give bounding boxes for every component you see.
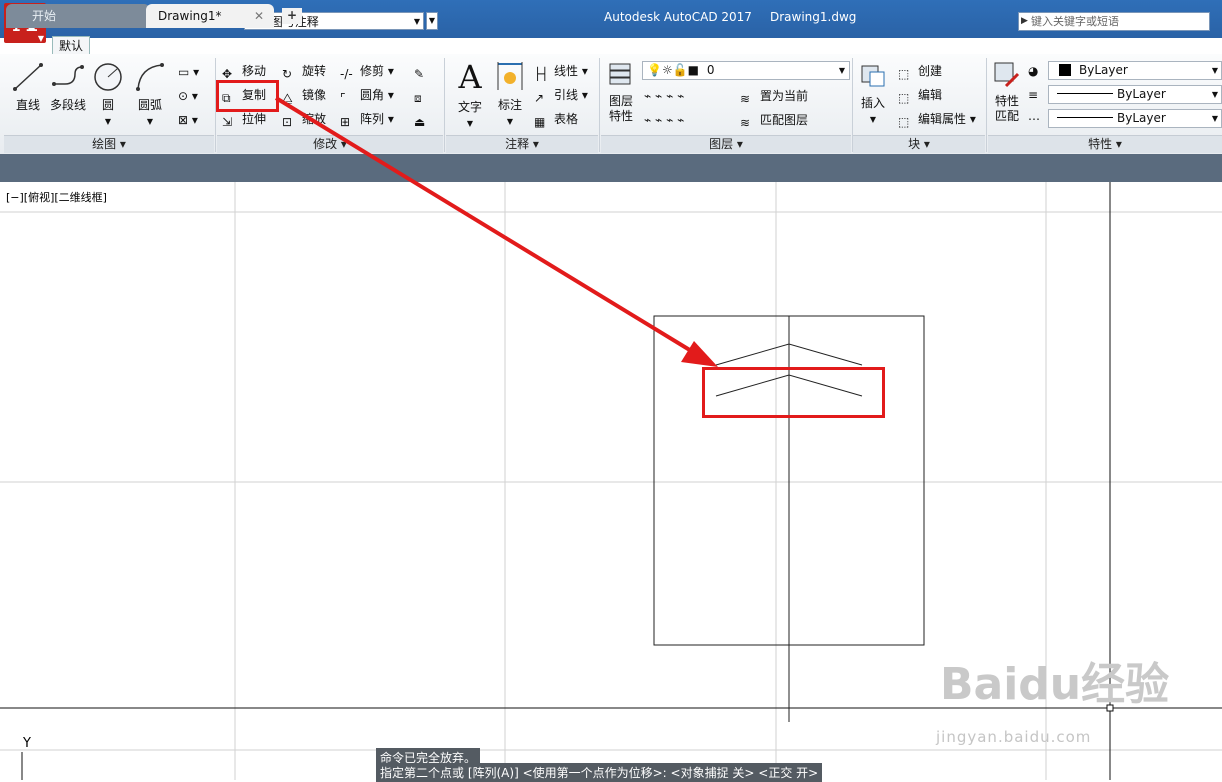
command-prompt[interactable]: 指定第二个点或 [阵列(A)] <使用第一个点作为位移>: <对象捕捉 关> <… — [376, 763, 823, 782]
baidu-watermark: Baidu经验 — [940, 659, 1170, 710]
watermark-url: jingyan.baidu.com — [936, 728, 1092, 746]
